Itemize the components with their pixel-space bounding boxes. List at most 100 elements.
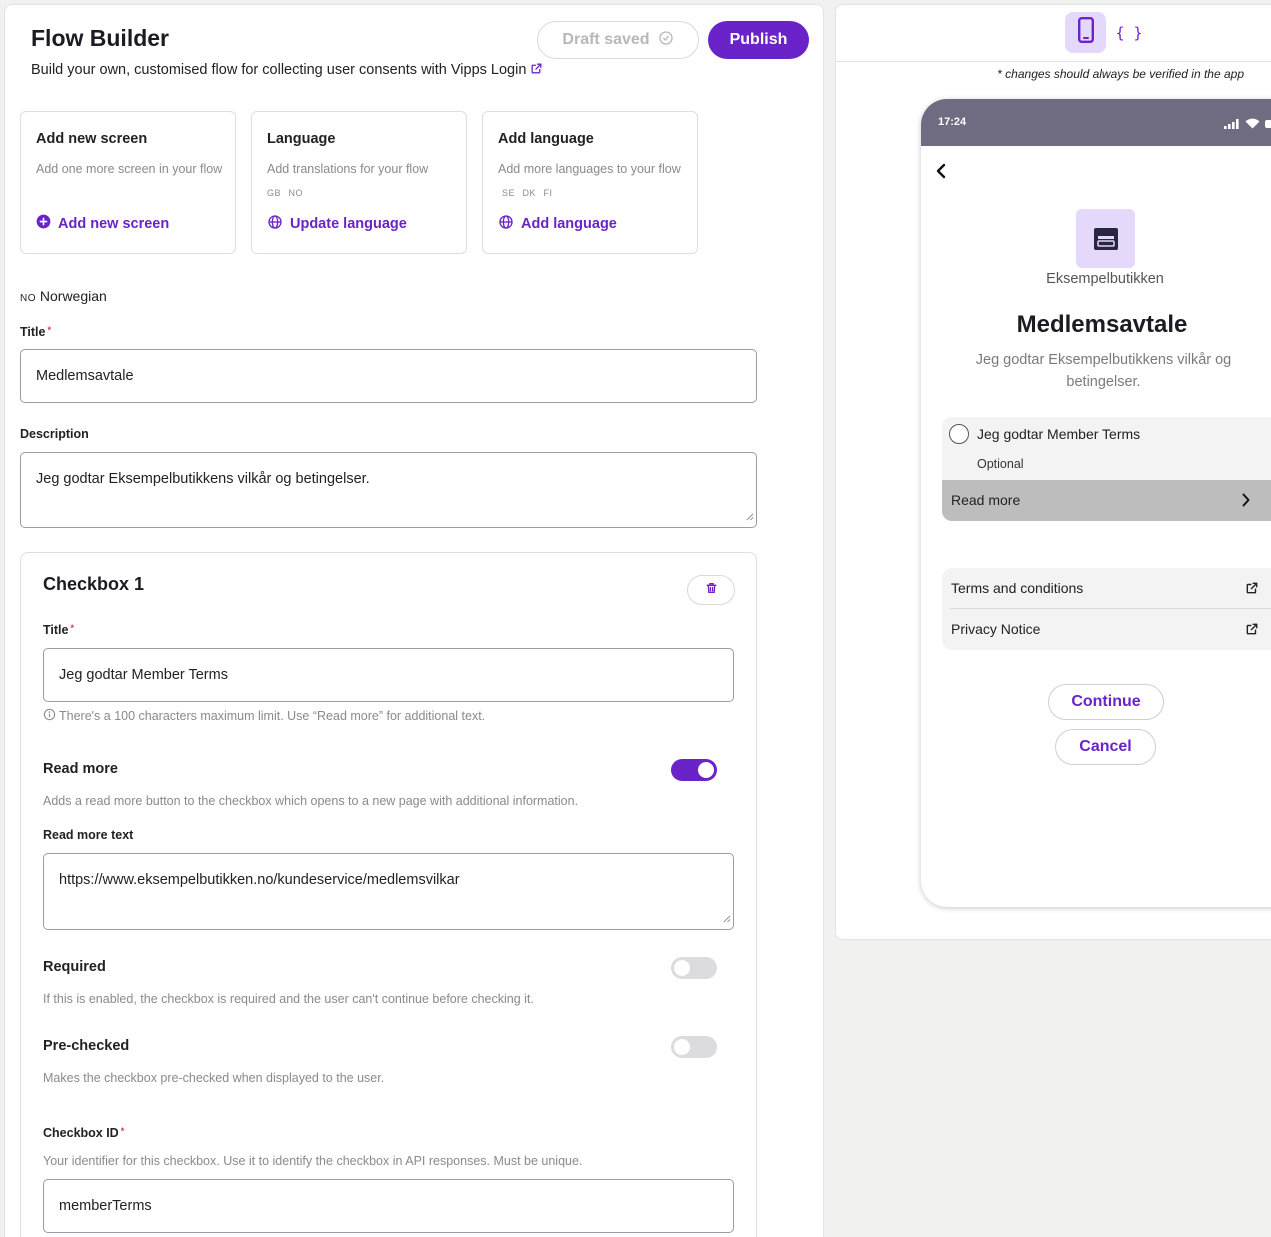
read-more-row-label: Read more [951,492,1021,508]
checkbox-id-value: memberTerms [59,1198,152,1214]
globe-icon [267,214,283,234]
required-toggle[interactable] [671,957,717,979]
card-add-new-screen: Add new screen Add one more screen in yo… [20,111,236,254]
card-title: Language [267,131,336,147]
read-more-toggle[interactable] [671,759,717,781]
checkbox-id-label-text: Checkbox ID [43,1126,119,1140]
checkbox-title-value: Jeg godtar Member Terms [59,667,228,683]
toggle-knob [674,960,690,976]
required-label: Required [43,959,106,975]
draft-saved-label: Draft saved [562,31,650,48]
card-description: Add translations for your flow GB NO [267,158,457,205]
cancel-button[interactable]: Cancel [1055,729,1156,765]
prechecked-toggle[interactable] [671,1036,717,1058]
terms-link[interactable]: Terms and conditions [942,568,1271,609]
flag-fi: FI [543,188,553,198]
title-label-text: Title [20,325,46,339]
required-marker: * [70,623,74,633]
delete-checkbox-button[interactable] [687,575,735,605]
flag-se: SE [502,188,516,198]
battery-icon [1265,116,1271,134]
consent-checkbox[interactable] [949,424,969,444]
checkbox-id-input[interactable]: memberTerms [43,1179,734,1233]
checkbox-heading: Checkbox 1 [43,574,145,594]
page-subtitle: Build your own, customised flow for coll… [31,62,543,79]
phone-view-button[interactable] [1065,12,1106,53]
draft-saved-button[interactable]: Draft saved [537,21,699,59]
card-description: Add more languages to your flow SE DK FI [498,158,688,205]
phone-preview: 17:24 Eksempelbutikken Medlemsavtale Jeg… [921,99,1271,907]
resize-handle-icon[interactable] [722,911,731,927]
page-title: Flow Builder [31,25,169,51]
wifi-icon [1245,116,1260,134]
merchant-name: Eksempelbutikken [1046,271,1164,287]
title-input[interactable]: Medlemsavtale [20,349,757,403]
required-marker: * [47,325,51,335]
flag-no: NO [288,188,303,198]
privacy-link-label: Privacy Notice [951,621,1041,637]
info-icon [43,708,56,724]
checkbox-title-label-text: Title [43,623,69,637]
add-new-screen-button[interactable]: Add new screen [36,214,169,233]
external-link-icon [1245,581,1259,600]
language-name: Norwegian [39,288,107,304]
back-arrow-icon[interactable] [935,163,947,184]
terms-link-label: Terms and conditions [951,580,1084,596]
description-textarea[interactable]: Jeg godtar Eksempelbutikkens vilkår og b… [20,452,757,528]
plus-circle-icon [36,214,51,233]
checkbox-id-label: Checkbox ID * [43,1126,124,1140]
flag-dk: DK [522,188,537,198]
preview-panel: { } * changes should always be verified … [835,4,1271,940]
verify-note: * changes should always be verified in t… [997,67,1244,81]
card-description-text: Add more languages to your flow [498,162,681,176]
read-more-text-value: https://www.eksempelbutikken.no/kundeser… [59,872,460,888]
description-label: Description [20,427,89,441]
policy-links-box: Terms and conditions Privacy Notice [942,568,1271,650]
resize-handle-icon[interactable] [745,509,754,525]
title-input-value: Medlemsavtale [36,368,134,384]
card-language: Language Add translations for your flow … [251,111,467,254]
card-add-language: Add language Add more languages to your … [482,111,698,254]
status-icons [1224,116,1271,134]
publish-button[interactable]: Publish [708,21,809,59]
add-language-button[interactable]: Add language [498,214,617,234]
checkbox-title-input[interactable]: Jeg godtar Member Terms [43,648,734,702]
language-code: NO [20,293,36,304]
optional-label: Optional [977,457,1024,471]
card-description: Add one more screen in your flow [36,162,223,176]
continue-button[interactable]: Continue [1048,684,1164,720]
subtitle-text: Build your own, customised flow for coll… [31,62,527,78]
code-view-button[interactable]: { } [1114,19,1144,47]
read-more-hint: Adds a read more button to the checkbox … [43,794,579,808]
flow-builder-panel: Flow Builder Build your own, customised … [4,4,824,1237]
card-title: Add language [498,131,594,147]
card-description-text: Add translations for your flow [267,162,429,176]
checkbox-id-hint: Your identifier for this checkbox. Use i… [43,1154,583,1168]
required-hint: If this is enabled, the checkbox is requ… [43,992,534,1006]
status-bar: 17:24 [921,99,1271,146]
trash-icon [705,581,718,600]
phone-icon [1077,17,1094,48]
privacy-link[interactable]: Privacy Notice [942,609,1271,650]
toggle-knob [698,762,714,778]
checkbox-title-label: Title * [43,623,74,637]
consent-label: Jeg godtar Member Terms [977,426,1141,442]
read-more-label: Read more [43,761,118,777]
toggle-knob [674,1039,690,1055]
preview-description: Jeg godtar Eksempelbutikkens vilkår og b… [975,352,1232,390]
flag-gb: GB [267,188,282,198]
consent-checkbox-box: Jeg godtar Member Terms Optional Read mo… [942,417,1271,521]
check-circle-icon [658,30,674,51]
title-label: Title * [20,325,51,339]
update-language-button[interactable]: Update language [267,214,407,234]
external-link-icon[interactable] [530,62,543,79]
chevron-right-icon [1242,493,1250,512]
external-link-icon [1245,622,1259,641]
status-time: 17:24 [938,116,967,128]
store-icon [1076,209,1135,268]
char-limit-hint: There's a 100 characters maximum limit. … [43,708,485,724]
read-more-row[interactable]: Read more [942,480,1271,521]
globe-icon [498,214,514,234]
code-braces-icon: { } [1115,24,1143,42]
read-more-text-textarea[interactable]: https://www.eksempelbutikken.no/kundeser… [43,853,734,930]
